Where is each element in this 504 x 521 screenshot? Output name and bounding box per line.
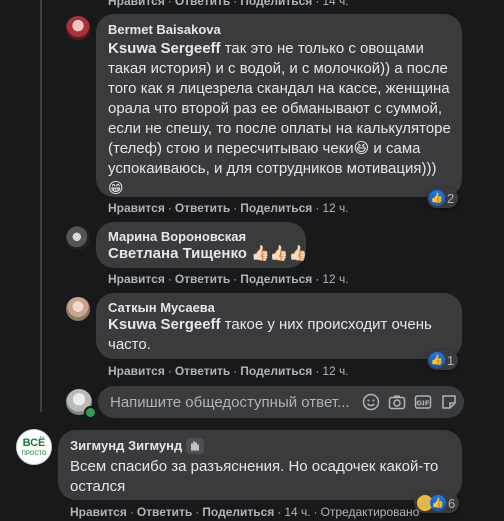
comment-author[interactable]: Bermet Baisakova bbox=[108, 22, 221, 37]
comment-author[interactable]: Марина Вороновская bbox=[108, 229, 246, 244]
comment-actions: Нравится · Ответить · Поделиться · 12 ч. bbox=[108, 272, 349, 286]
timestamp[interactable]: 14 ч. bbox=[284, 505, 310, 519]
like-link[interactable]: Нравится bbox=[108, 364, 165, 378]
online-status-dot bbox=[84, 406, 97, 419]
gif-icon[interactable]: GIF bbox=[412, 391, 433, 413]
avatar[interactable] bbox=[66, 16, 90, 40]
share-link[interactable]: Поделиться bbox=[240, 272, 312, 286]
reaction-count[interactable]: 👍 2 bbox=[427, 188, 459, 208]
comment-actions: Нравится · Ответить · Поделиться · 12 ч. bbox=[108, 364, 349, 378]
avatar[interactable]: ВСЁ ПРОСТО bbox=[16, 429, 52, 465]
timestamp[interactable]: 14 ч. bbox=[322, 0, 348, 8]
share-link[interactable]: Поделиться bbox=[240, 364, 312, 378]
like-link[interactable]: Нравится bbox=[70, 505, 127, 519]
timestamp[interactable]: 12 ч. bbox=[322, 364, 348, 378]
reply-link[interactable]: Ответить bbox=[175, 364, 230, 378]
reply-link[interactable]: Ответить bbox=[175, 272, 230, 286]
thread-line bbox=[40, 0, 42, 412]
emoji-icon[interactable] bbox=[361, 391, 382, 413]
comment-text: Светлана Тищенко 👍🏻👍🏻👍🏻 bbox=[108, 245, 308, 262]
timestamp[interactable]: 12 ч. bbox=[322, 272, 348, 286]
reply-link[interactable]: Ответить bbox=[175, 201, 230, 215]
comment-bubble: Марина Вороновская Светлана Тищенко 👍🏻👍🏻… bbox=[96, 222, 308, 268]
svg-text:GIF: GIF bbox=[416, 400, 429, 408]
like-icon: 👍 bbox=[429, 352, 445, 368]
reaction-count[interactable]: 😆 👍 6 bbox=[414, 493, 460, 513]
comment-bubble: Саткын Мусаева Ksuwa Sergeeff такое у ни… bbox=[96, 293, 462, 359]
wave-badge-icon bbox=[186, 437, 205, 454]
comment-author[interactable]: Саткын Мусаева bbox=[108, 300, 215, 315]
comment-author[interactable]: Зигмунд Зигмунд bbox=[70, 437, 205, 455]
avatar-logo-text: ВСЁ bbox=[22, 437, 46, 449]
timestamp[interactable]: 12 ч. bbox=[322, 201, 348, 215]
like-link[interactable]: Нравится bbox=[108, 272, 165, 286]
like-icon: 👍 bbox=[429, 190, 445, 206]
mention-link[interactable]: Светлана Тищенко bbox=[108, 245, 247, 262]
comment-actions: Нравится · Ответить · Поделиться · 14 ч. · Отред… bbox=[70, 505, 420, 519]
mention-link[interactable]: Ksuwa Sergeeff bbox=[108, 316, 221, 333]
share-link[interactable]: Поделиться bbox=[240, 201, 312, 215]
like-icon: 👍 bbox=[430, 495, 446, 511]
like-link[interactable]: Нравится bbox=[108, 0, 165, 8]
comment-actions: Нравится · Ответить · Поделиться · 12 ч. bbox=[108, 201, 349, 215]
like-link[interactable]: Нравится bbox=[108, 201, 165, 215]
mention-link[interactable]: Ksuwa Sergeeff bbox=[108, 40, 221, 57]
camera-icon[interactable] bbox=[386, 391, 407, 413]
reply-link[interactable]: Ответить bbox=[137, 505, 192, 519]
avatar[interactable] bbox=[66, 226, 90, 250]
reply-input-box[interactable]: GIF bbox=[98, 386, 464, 418]
reaction-count[interactable]: 👍 1 bbox=[427, 350, 459, 370]
comment-text: Всем спасибо за разъяснения. Но осадочек… bbox=[70, 458, 439, 495]
reply-input[interactable] bbox=[108, 392, 361, 412]
comment-actions-top: Нравится · Ответить · Поделиться · 14 ч. bbox=[108, 0, 349, 8]
comment-text: Ksuwa Sergeeff такое у них происходит оч… bbox=[108, 316, 432, 353]
avatar[interactable] bbox=[66, 297, 90, 321]
share-link[interactable]: Поделиться bbox=[240, 0, 312, 8]
edited-label: Отредактировано bbox=[320, 505, 420, 519]
comment-bubble: Зигмунд Зигмунд Всем спасибо за разъясне… bbox=[58, 430, 462, 500]
reply-link[interactable]: Ответить bbox=[175, 0, 230, 8]
sticker-icon[interactable] bbox=[438, 391, 459, 413]
comment-bubble: Bermet Baisakova Ksuwa Sergeeff так это … bbox=[96, 14, 462, 197]
share-link[interactable]: Поделиться bbox=[202, 505, 274, 519]
comment-text: Ksuwa Sergeeff так это не только с овоща… bbox=[108, 40, 451, 197]
avatar-logo-subtext: ПРОСТО bbox=[21, 451, 47, 457]
